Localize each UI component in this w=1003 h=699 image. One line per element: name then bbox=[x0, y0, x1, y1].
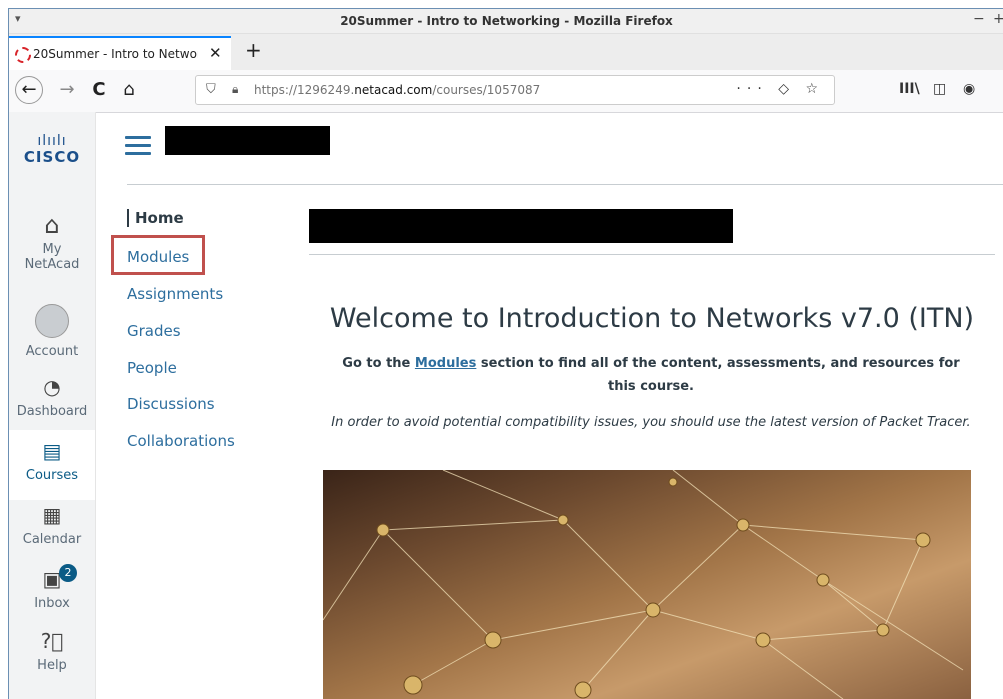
browser-tab[interactable]: 20Summer - Intro to Networking ✕ bbox=[9, 36, 231, 70]
nav-my-netacad-label-line1: My bbox=[42, 242, 62, 257]
calendar-icon: ▦ bbox=[42, 503, 62, 527]
dashboard-icon: ◔ bbox=[43, 375, 61, 399]
course-nav-assignments[interactable]: Assignments bbox=[127, 285, 223, 303]
modules-link[interactable]: Modules bbox=[415, 356, 476, 371]
url-bar[interactable]: ⛉ 🔒︎ https://1296249.netacad.com/courses… bbox=[195, 75, 835, 105]
nav-dashboard-label: Dashboard bbox=[16, 404, 88, 419]
url-text[interactable]: https://1296249.netacad.com/courses/1057… bbox=[254, 83, 540, 97]
nav-courses[interactable]: ▤ Courses bbox=[9, 430, 95, 500]
help-icon: ?⃝ bbox=[40, 629, 64, 653]
nav-help[interactable]: ?⃝ Help bbox=[9, 628, 95, 673]
content-divider bbox=[309, 254, 995, 255]
hamburger-menu-icon[interactable] bbox=[125, 136, 151, 160]
network-illustration bbox=[323, 470, 964, 699]
window-title: 20Summer - Intro to Networking - Mozilla… bbox=[340, 14, 673, 28]
page-heading: Welcome to Introduction to Networks v7.0… bbox=[329, 303, 975, 334]
redacted-course-title bbox=[165, 126, 330, 155]
nav-account-label: Account bbox=[25, 344, 79, 359]
home-button[interactable]: ⌂ bbox=[115, 76, 143, 104]
network-pins-hero-image bbox=[323, 470, 971, 699]
nav-my-netacad[interactable]: ⌂ My NetAcad bbox=[9, 212, 95, 272]
lock-icon[interactable]: 🔒︎ bbox=[232, 82, 238, 97]
reload-button[interactable]: C bbox=[85, 76, 113, 104]
redacted-page-title bbox=[309, 209, 733, 243]
nav-inbox-label: Inbox bbox=[34, 596, 70, 611]
library-icon[interactable]: III\ bbox=[899, 81, 920, 97]
inbox-icon: ▣ bbox=[42, 567, 62, 591]
new-tab-button[interactable]: + bbox=[245, 38, 262, 62]
cisco-logo[interactable]: ılıılı CISCO bbox=[19, 134, 85, 166]
minimize-button[interactable]: − bbox=[973, 11, 985, 27]
course-nav-home[interactable]: Home bbox=[127, 209, 184, 227]
back-button[interactable]: ← bbox=[15, 76, 43, 104]
home-icon: ⌂ bbox=[44, 211, 60, 239]
global-navigation: ılıılı CISCO ⌂ My NetAcad Account ◔ Dash… bbox=[9, 112, 96, 699]
sidebar-icon[interactable]: ◫ bbox=[933, 81, 946, 97]
modules-highlight-box bbox=[111, 235, 205, 275]
compatibility-note: In order to avoid potential compatibilit… bbox=[331, 415, 971, 430]
account-icon[interactable]: ◉ bbox=[963, 81, 975, 97]
page-actions-icons[interactable]: ··· ◇ ☆ bbox=[736, 81, 824, 97]
course-nav-grades[interactable]: Grades bbox=[127, 322, 181, 340]
tracking-shield-icon[interactable]: ⛉ bbox=[206, 82, 216, 97]
url-domain: netacad.com bbox=[354, 83, 433, 97]
nav-my-netacad-label-line2: NetAcad bbox=[24, 257, 80, 272]
maximize-button[interactable]: + bbox=[993, 11, 1003, 27]
intro-paragraph: Go to the Modules section to find all of… bbox=[342, 356, 960, 394]
nav-inbox[interactable]: ▣ 2 Inbox bbox=[9, 564, 95, 611]
nav-account[interactable]: Account bbox=[9, 304, 95, 359]
tab-title: 20Summer - Intro to Networking bbox=[33, 47, 198, 61]
book-icon: ▤ bbox=[42, 439, 62, 463]
tab-bar: 20Summer - Intro to Networking ✕ + bbox=[9, 34, 1003, 70]
nav-courses-label: Courses bbox=[25, 468, 79, 483]
course-nav-collaborations[interactable]: Collaborations bbox=[127, 432, 235, 450]
inbox-unread-badge: 2 bbox=[59, 564, 77, 582]
browser-window: ▾ 20Summer - Intro to Networking - Mozil… bbox=[8, 8, 1003, 699]
title-bar: ▾ 20Summer - Intro to Networking - Mozil… bbox=[9, 9, 1003, 34]
course-nav-people[interactable]: People bbox=[127, 359, 177, 377]
netacad-favicon-icon bbox=[15, 47, 31, 63]
avatar bbox=[35, 304, 69, 338]
nav-help-label: Help bbox=[37, 658, 67, 673]
navigation-toolbar: ← → C ⌂ ⛉ 🔒︎ https://1296249.netacad.com… bbox=[9, 70, 1003, 113]
nav-calendar[interactable]: ▦ Calendar bbox=[9, 502, 95, 547]
header-divider bbox=[127, 184, 1003, 185]
nav-calendar-label: Calendar bbox=[22, 532, 82, 547]
nav-dashboard[interactable]: ◔ Dashboard bbox=[9, 374, 95, 419]
forward-button[interactable]: → bbox=[53, 76, 81, 104]
course-nav-discussions[interactable]: Discussions bbox=[127, 395, 215, 413]
close-tab-icon[interactable]: ✕ bbox=[209, 44, 222, 62]
